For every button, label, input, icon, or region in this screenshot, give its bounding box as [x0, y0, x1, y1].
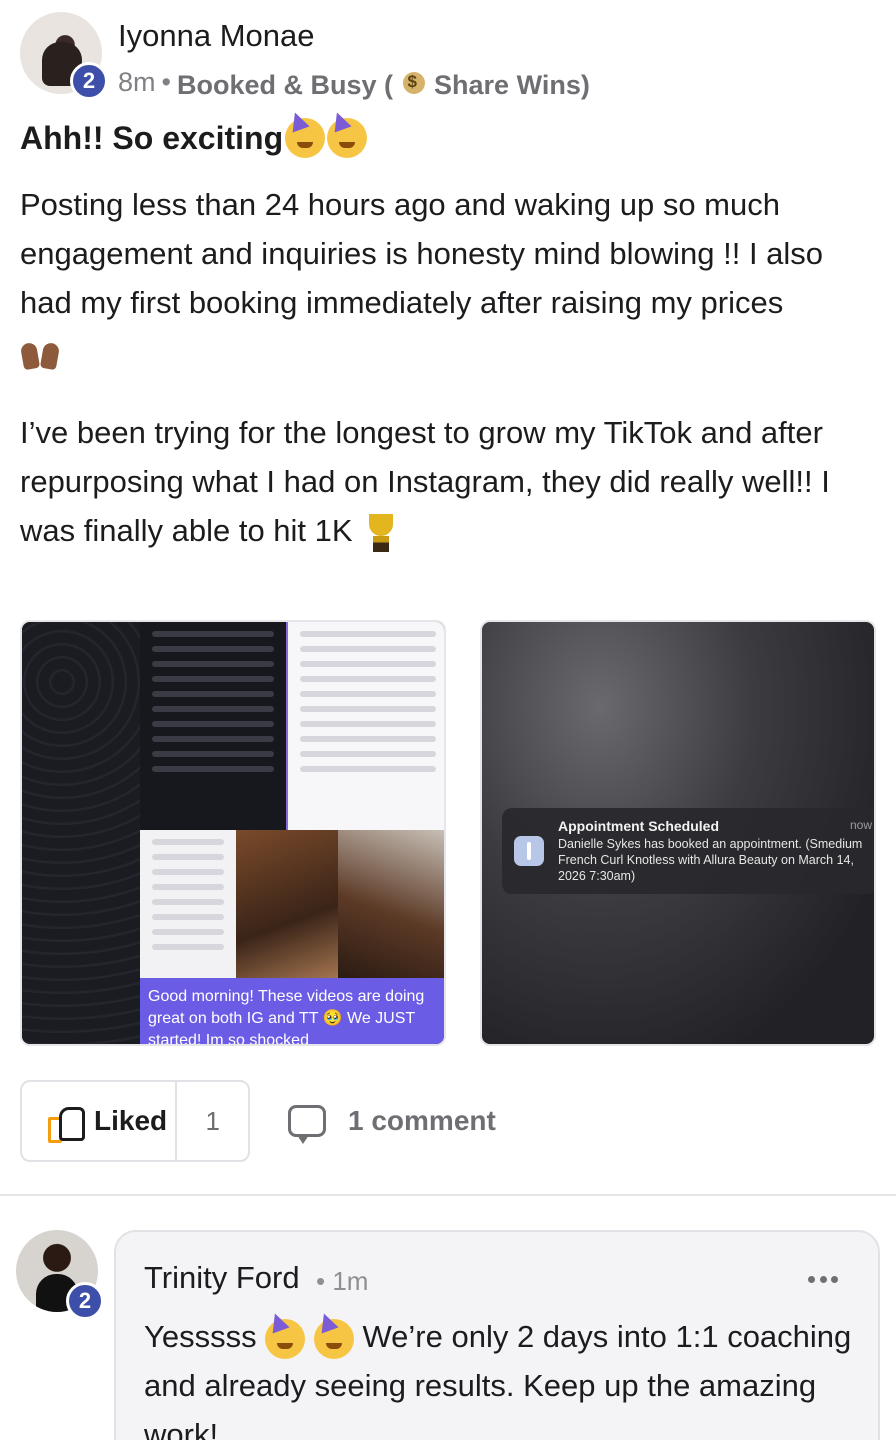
speech-bubble-icon	[288, 1105, 326, 1144]
comment-text-start: Yesssss	[144, 1319, 257, 1354]
like-button[interactable]: Liked	[22, 1082, 178, 1160]
notifications-screenshot-light	[286, 622, 444, 830]
space-suffix: Share Wins)	[434, 70, 590, 100]
comment-text: Yesssss We’re only 2 days into 1:1 coach…	[144, 1312, 864, 1440]
commenter-avatar[interactable]: 2	[16, 1230, 104, 1320]
comment-time-value: 1m	[332, 1266, 369, 1296]
post-title-text: Ahh!! So exciting	[20, 119, 284, 156]
space-name: Booked & Busy (	[176, 70, 393, 100]
partying-face-icon	[265, 1318, 306, 1359]
comment-separator: •	[316, 1266, 326, 1296]
post-paragraph-1: Posting less than 24 hours ago and wakin…	[20, 180, 880, 376]
media-carousel[interactable]: Good morning! These videos are doing gre…	[20, 620, 896, 1048]
author-avatar[interactable]: 2	[20, 12, 108, 100]
notification-text: Danielle Sykes has booked an appointment…	[558, 837, 863, 883]
appointment-notification: Appointment Scheduled now Danielle Sykes…	[502, 808, 874, 894]
hairstyle-photo-1	[236, 830, 338, 980]
like-count[interactable]: 1	[177, 1106, 248, 1137]
comment-card: Trinity Ford • 1m Yesssss We’re only 2 d…	[114, 1230, 880, 1440]
level-badge: 2	[70, 62, 108, 100]
partying-face-icon	[285, 118, 326, 158]
post-paragraph-2: I’ve been trying for the longest to grow…	[20, 408, 880, 555]
money-bag-icon	[401, 64, 427, 94]
author-name[interactable]: Iyonna Monae	[118, 18, 314, 54]
post-time: 8m	[118, 67, 156, 97]
calendar-app-icon	[514, 836, 544, 866]
post-paragraph-1-text: Posting less than 24 hours ago and wakin…	[20, 187, 824, 320]
notification-title: Appointment Scheduled	[558, 818, 719, 834]
post-body: Posting less than 24 hours ago and wakin…	[20, 180, 880, 587]
comment-count-label: 1 comment	[348, 1105, 496, 1136]
section-divider	[0, 1194, 896, 1196]
more-options-icon[interactable]	[808, 1276, 838, 1284]
followers-list-screenshot	[140, 830, 236, 980]
trophy-icon	[361, 512, 401, 554]
partying-face-icon	[327, 118, 368, 158]
post-header: 2 Iyonna Monae 8m • Booked & Busy ( Shar…	[20, 12, 880, 102]
partying-face-icon	[313, 1318, 354, 1359]
post-actions: Liked 1 1 comment	[20, 1080, 880, 1164]
doodle-pattern	[22, 622, 140, 1044]
post-meta: 8m • Booked & Busy ( Share Wins)	[118, 64, 590, 101]
media-image-2[interactable]: Appointment Scheduled now Danielle Sykes…	[480, 620, 876, 1046]
raised-hands-icon	[20, 333, 62, 375]
like-label: Liked	[94, 1105, 168, 1136]
space-link[interactable]: Booked & Busy ( Share Wins)	[177, 64, 590, 101]
commenter-name[interactable]: Trinity Ford	[144, 1260, 300, 1296]
comment-button[interactable]: 1 comment	[288, 1080, 496, 1162]
comment-time: • 1m	[316, 1266, 368, 1297]
post-paragraph-2-text: I’ve been trying for the longest to grow…	[20, 415, 830, 548]
notification-time: now	[849, 818, 872, 832]
level-badge: 2	[66, 1282, 104, 1320]
media-caption: Good morning! These videos are doing gre…	[140, 978, 444, 1044]
thumbs-up-icon	[48, 1105, 85, 1143]
post-title: Ahh!! So exciting	[20, 118, 368, 158]
like-group: Liked 1	[20, 1080, 250, 1162]
hairstyle-photo-2	[338, 830, 444, 980]
media-image-1[interactable]: Good morning! These videos are doing gre…	[20, 620, 446, 1046]
meta-separator: •	[161, 67, 171, 97]
notifications-screenshot-dark	[140, 622, 286, 830]
